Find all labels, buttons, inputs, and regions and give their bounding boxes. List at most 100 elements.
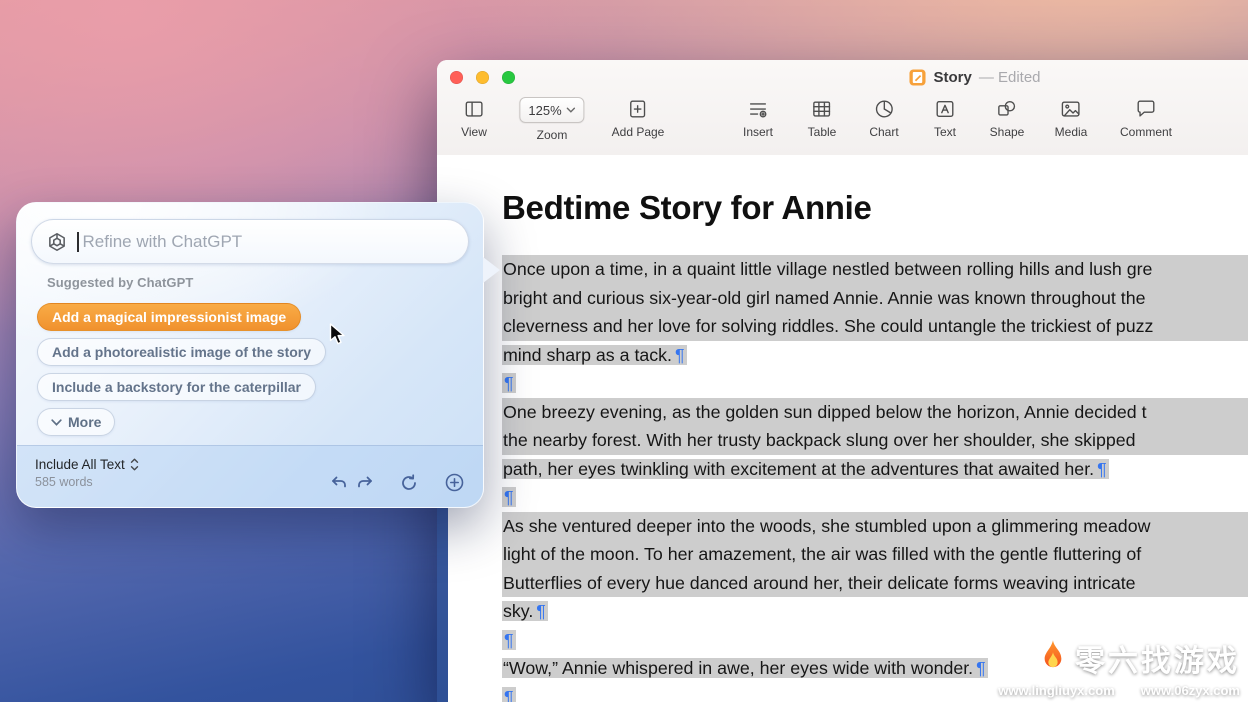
toolbar: View 125% Zoom Add Page Insert Table Chart Text…	[437, 60, 1248, 155]
document-text: sky.	[502, 601, 534, 621]
zoom-value: 125%	[528, 103, 561, 118]
watermark-divider	[1024, 641, 1027, 675]
toolbar-item-text[interactable]: Text	[934, 97, 956, 139]
add-button[interactable]	[444, 472, 465, 493]
suggestion-pill[interactable]: Add a photorealistic image of the story	[37, 338, 326, 366]
chevron-down-icon	[567, 107, 576, 113]
document-line[interactable]: One breezy evening, as the golden sun di…	[502, 398, 1248, 427]
toolbar-item-chart[interactable]: Chart	[869, 97, 898, 139]
more-label: More	[68, 414, 101, 430]
document-text: cleverness and her love for solving ridd…	[502, 316, 1154, 336]
toolbar-label: Media	[1055, 125, 1088, 139]
document-text: One breezy evening, as the golden sun di…	[502, 402, 1148, 422]
table-icon	[811, 97, 833, 120]
document-line[interactable]: the nearby forest. With her trusty backp…	[502, 426, 1248, 455]
view-icon	[463, 97, 485, 120]
toolbar-item-shape[interactable]: Shape	[990, 97, 1025, 139]
pilcrow-mark: ¶	[673, 345, 687, 365]
document-line[interactable]: As she ventured deeper into the woods, s…	[502, 512, 1248, 541]
include-all-text-label: Include All Text	[35, 457, 125, 472]
zoom-dropdown[interactable]: 125%	[519, 97, 584, 123]
toolbar-label: Add Page	[612, 125, 665, 139]
pilcrow-mark: ¶	[502, 630, 516, 650]
document-text: “Wow,” Annie whispered in awe, her eyes …	[502, 658, 974, 678]
more-button[interactable]: More	[37, 408, 115, 436]
text-caret	[77, 232, 79, 252]
footer-icons	[329, 472, 465, 493]
toolbar-label: View	[461, 125, 487, 139]
toolbar-item-media[interactable]: Media	[1055, 97, 1088, 139]
document-line[interactable]: light of the moon. To her amazement, the…	[502, 540, 1248, 569]
document-text: bright and curious six-year-old girl nam…	[502, 288, 1146, 308]
toolbar-label: Chart	[869, 125, 898, 139]
toolbar-item-comment[interactable]: Comment	[1120, 97, 1172, 139]
toolbar-label: Table	[808, 125, 837, 139]
document-line[interactable]: sky.¶	[502, 597, 1248, 626]
watermark-url-1: www.lingliuyx.com	[998, 683, 1115, 698]
word-count: 585 words	[35, 475, 139, 489]
shape-icon	[996, 97, 1018, 120]
toolbar-item-table[interactable]: Table	[808, 97, 837, 139]
toolbar-label: Insert	[743, 125, 773, 139]
comment-icon	[1135, 97, 1157, 120]
pilcrow-mark: ¶	[974, 658, 988, 678]
redo-button[interactable]	[355, 473, 375, 493]
refresh-icon	[399, 473, 419, 493]
toolbar-item-zoom[interactable]: 125% Zoom	[519, 97, 584, 142]
chatgpt-input[interactable]: Refine with ChatGPT	[31, 219, 469, 264]
toolbar-label: Zoom	[537, 128, 568, 142]
pilcrow-mark: ¶	[534, 601, 548, 621]
document-line[interactable]: mind sharp as a tack.¶	[502, 341, 1248, 370]
suggested-by-label: Suggested by ChatGPT	[47, 275, 193, 290]
desktop: Story — Edited View125%ZoomAdd PageInser…	[0, 0, 1248, 702]
pilcrow-mark: ¶	[502, 687, 516, 702]
mouse-cursor	[329, 323, 348, 351]
toolbar-label: Shape	[990, 125, 1025, 139]
undo-icon	[329, 473, 349, 493]
suggestion-list: Add a magical impressionist image Add a p…	[37, 303, 326, 401]
openai-logo-icon	[46, 231, 68, 253]
watermark-urls: www.lingliuyx.com www.06zyx.com	[998, 683, 1240, 698]
document-line[interactable]: Butterflies of every hue danced around h…	[502, 569, 1248, 598]
pilcrow-mark: ¶	[502, 487, 516, 507]
toolbar-label: Comment	[1120, 125, 1172, 139]
document-body: Once upon a time, in a quaint little vil…	[502, 255, 1248, 702]
chatgpt-panel: Refine with ChatGPT Suggested by ChatGPT…	[16, 202, 484, 508]
wallpaper-strip	[437, 508, 448, 702]
toolbar-item-insert[interactable]: Insert	[743, 97, 773, 139]
document-area[interactable]: Bedtime Story for Annie Once upon a time…	[437, 155, 1248, 702]
undo-button[interactable]	[329, 473, 349, 493]
document-line[interactable]: path, her eyes twinkling with excitement…	[502, 455, 1248, 484]
pilcrow-mark: ¶	[1095, 459, 1109, 479]
document-text: light of the moon. To her amazement, the…	[502, 544, 1142, 564]
document-title: Bedtime Story for Annie	[502, 188, 1248, 228]
up-down-chevrons-icon	[130, 458, 139, 471]
watermark-url-2: www.06zyx.com	[1141, 683, 1240, 698]
media-icon	[1060, 97, 1082, 120]
plus-circle-icon	[444, 472, 465, 493]
panel-footer: Include All Text 585 words	[17, 445, 483, 507]
document-text: path, her eyes twinkling with excitement…	[502, 459, 1095, 479]
add-page-icon	[627, 97, 649, 120]
document-line[interactable]: bright and curious six-year-old girl nam…	[502, 284, 1248, 313]
toolbar-label: Text	[934, 125, 956, 139]
suggestion-pill[interactable]: Add a magical impressionist image	[37, 303, 301, 331]
include-all-text-control[interactable]: Include All Text 585 words	[35, 457, 139, 489]
text-icon	[934, 97, 956, 120]
suggestion-pill[interactable]: Include a backstory for the caterpillar	[37, 373, 316, 401]
chevron-down-icon	[51, 419, 62, 426]
document-text: Butterflies of every hue danced around h…	[502, 573, 1137, 593]
toolbar-item-view[interactable]: View	[461, 97, 487, 139]
redo-icon	[355, 473, 375, 493]
flame-logo-icon	[1040, 639, 1066, 678]
chatgpt-input-placeholder: Refine with ChatGPT	[83, 232, 243, 252]
window-header: Story — Edited View125%ZoomAdd PageInser…	[437, 60, 1248, 156]
document-text: Once upon a time, in a quaint little vil…	[502, 259, 1153, 279]
regenerate-button[interactable]	[399, 473, 419, 493]
toolbar-item-add-page[interactable]: Add Page	[612, 97, 665, 139]
document-line[interactable]: cleverness and her love for solving ridd…	[502, 312, 1248, 341]
document-line[interactable]: Once upon a time, in a quaint little vil…	[502, 255, 1248, 284]
chart-icon	[873, 97, 895, 120]
document-line[interactable]: ¶	[502, 369, 1248, 398]
document-line[interactable]: ¶	[502, 483, 1248, 512]
